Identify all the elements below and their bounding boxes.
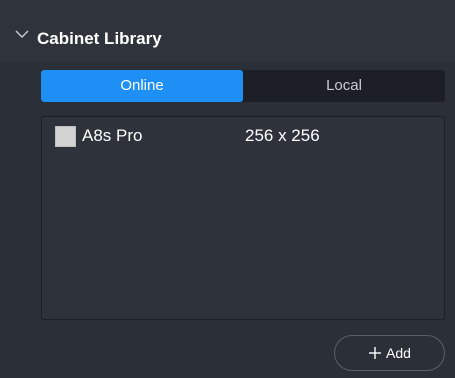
plus-icon <box>369 347 382 359</box>
panel-header[interactable]: Cabinet Library <box>0 0 455 62</box>
cabinet-color-swatch <box>55 125 76 147</box>
add-button[interactable]: Add <box>334 335 445 371</box>
source-tabs: Online Local <box>41 70 445 102</box>
tab-online[interactable]: Online <box>41 70 243 102</box>
panel-title: Cabinet Library <box>37 29 162 48</box>
chevron-down-icon[interactable] <box>15 29 29 39</box>
cabinet-name: A8s Pro <box>82 126 143 145</box>
tab-local[interactable]: Local <box>243 70 445 102</box>
list-item[interactable]: A8s Pro 256 x 256 <box>55 123 435 149</box>
cabinet-resolution: 256 x 256 <box>245 126 320 145</box>
cabinet-library-panel: Cabinet Library Online Local A8s Pro 256… <box>0 0 455 378</box>
cabinet-list[interactable]: A8s Pro 256 x 256 <box>41 116 445 320</box>
add-button-label: Add <box>386 345 411 361</box>
